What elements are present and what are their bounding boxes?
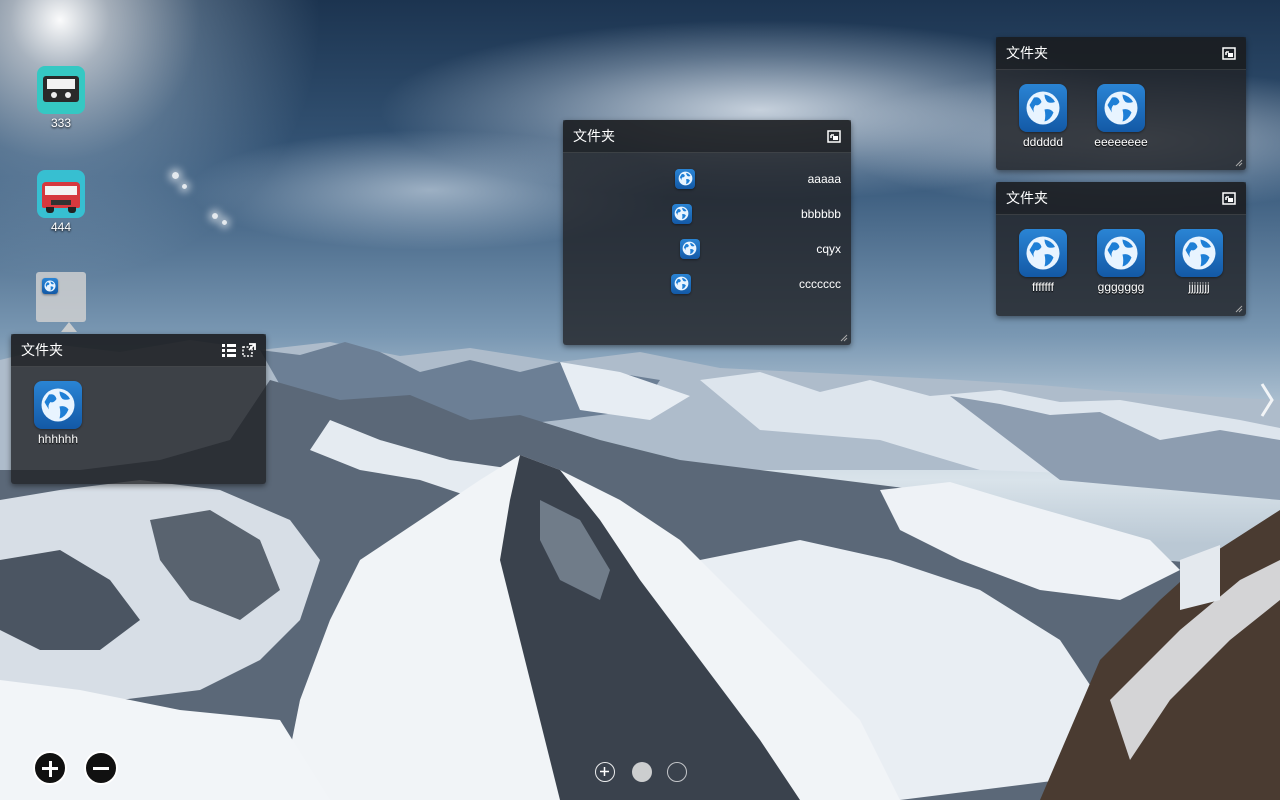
app-jjjjjjjj[interactable]: jjjjjjjj bbox=[1160, 229, 1238, 294]
list-item-cqyx[interactable]: cqyx bbox=[573, 231, 841, 266]
list-item-label: aaaaa bbox=[807, 171, 841, 186]
app-label: fffffff bbox=[1031, 280, 1055, 294]
globe-icon bbox=[1019, 229, 1067, 277]
list-item-label: bbbbbb bbox=[800, 206, 841, 221]
restore-icon[interactable] bbox=[1222, 191, 1236, 205]
panel-header: 文件夹 bbox=[996, 182, 1246, 215]
resize-handle[interactable] bbox=[1235, 159, 1243, 167]
folder-pointer bbox=[61, 322, 77, 332]
app-ggggggg[interactable]: ggggggg bbox=[1082, 229, 1160, 294]
app-hhhhhh[interactable]: hhhhhh bbox=[19, 381, 97, 446]
folder-panel-left: 文件夹 hhhhhh bbox=[11, 334, 266, 484]
add-button[interactable] bbox=[33, 751, 67, 785]
folder-panel-right-bottom: 文件夹 fffffff ggggggg jjjjjjjj bbox=[996, 182, 1246, 316]
panel-title: 文件夹 bbox=[573, 129, 615, 145]
app-dddddd[interactable]: dddddd bbox=[1004, 84, 1082, 149]
desktop-icon-label: 333 bbox=[50, 116, 72, 130]
bus-icon bbox=[37, 170, 85, 218]
folder-panel-right-top: 文件夹 dddddd eeeeeeee bbox=[996, 37, 1246, 170]
cassette-icon bbox=[37, 66, 85, 114]
globe-icon bbox=[42, 278, 58, 294]
globe-icon bbox=[1175, 229, 1223, 277]
globe-icon bbox=[675, 168, 696, 189]
panel-title: 文件夹 bbox=[21, 343, 63, 359]
globe-icon bbox=[671, 203, 692, 224]
globe-icon bbox=[34, 381, 82, 429]
plus-icon bbox=[600, 767, 609, 776]
globe-icon bbox=[1097, 229, 1145, 277]
list-item-aaaaa[interactable]: aaaaa bbox=[573, 161, 841, 196]
app-label: ggggggg bbox=[1097, 280, 1145, 294]
list-item-label: cqyx bbox=[816, 241, 841, 256]
remove-button[interactable] bbox=[84, 751, 118, 785]
desktop-icon-label: 444 bbox=[50, 220, 72, 234]
panel-header: 文件夹 bbox=[11, 334, 266, 367]
folder-panel-middle: 文件夹 aaaaa bbbbbb cqyx ccccccc bbox=[563, 120, 851, 345]
desktop-icon-333[interactable]: 333 bbox=[31, 66, 91, 130]
list-item-ccccccc[interactable]: ccccccc bbox=[573, 266, 841, 301]
globe-icon bbox=[1019, 84, 1067, 132]
lens-flare bbox=[182, 184, 187, 189]
resize-handle[interactable] bbox=[1235, 305, 1243, 313]
list-view-icon[interactable] bbox=[222, 343, 236, 357]
list-item-label: ccccccc bbox=[799, 276, 841, 291]
panel-header: 文件夹 bbox=[563, 120, 851, 153]
restore-icon[interactable] bbox=[1222, 46, 1236, 60]
panel-title: 文件夹 bbox=[1006, 46, 1048, 62]
app-label: dddddd bbox=[1022, 135, 1064, 149]
folder-shortcut[interactable] bbox=[36, 272, 86, 322]
add-page-indicator[interactable] bbox=[595, 762, 615, 782]
app-eeeeeeee[interactable]: eeeeeeee bbox=[1082, 84, 1160, 149]
page-indicator-active[interactable] bbox=[632, 762, 652, 782]
app-fffffff[interactable]: fffffff bbox=[1004, 229, 1082, 294]
app-label: jjjjjjjj bbox=[1188, 280, 1210, 294]
next-page-arrow-icon[interactable] bbox=[1260, 382, 1274, 418]
lens-flare bbox=[222, 220, 227, 225]
expand-icon[interactable] bbox=[242, 343, 256, 357]
panel-header: 文件夹 bbox=[996, 37, 1246, 70]
restore-icon[interactable] bbox=[827, 129, 841, 143]
page-indicator[interactable] bbox=[667, 762, 687, 782]
globe-icon bbox=[679, 238, 700, 259]
lens-flare bbox=[172, 172, 179, 179]
lens-flare bbox=[212, 213, 218, 219]
desktop-icon-444[interactable]: 444 bbox=[31, 170, 91, 234]
resize-handle[interactable] bbox=[840, 334, 848, 342]
app-label: eeeeeeee bbox=[1094, 135, 1148, 149]
list-item-bbbbbb[interactable]: bbbbbb bbox=[573, 196, 841, 231]
app-label: hhhhhh bbox=[37, 432, 79, 446]
globe-icon bbox=[1097, 84, 1145, 132]
panel-title: 文件夹 bbox=[1006, 191, 1048, 207]
globe-icon bbox=[671, 273, 691, 294]
